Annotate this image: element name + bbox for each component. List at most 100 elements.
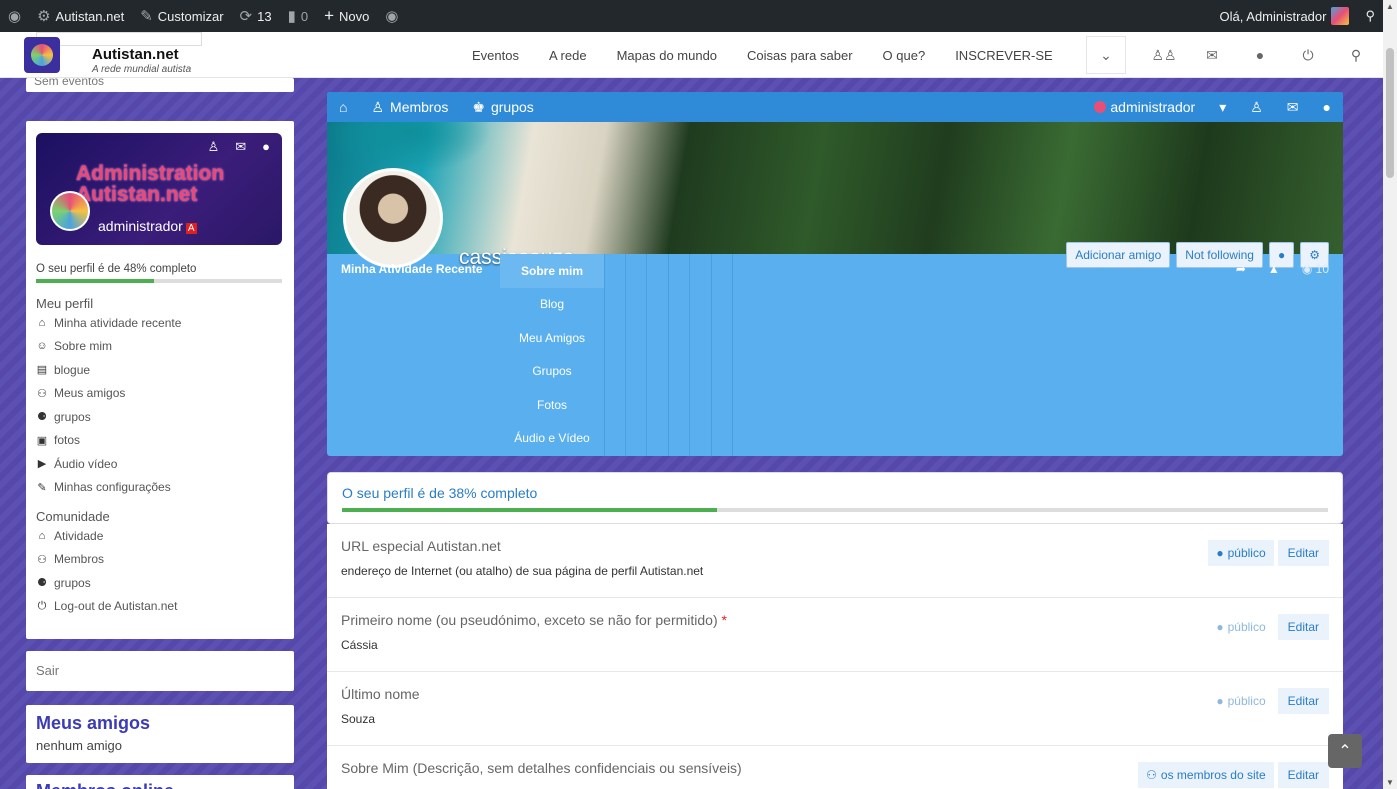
nav-eventos[interactable]: Eventos [472,48,519,63]
groups-icon: ♚ [472,98,485,115]
header-members-button[interactable]: ♙♙ [1140,36,1188,74]
site-tagline: A rede mundial autista [92,64,192,75]
empty-tab[interactable] [690,254,712,456]
updates-menu[interactable]: ⟳ 13 [232,0,280,32]
sidebar-progress-bar [36,279,282,283]
header-globe-button[interactable]: ● [1236,36,1284,74]
sidebar-item-profile-1[interactable]: ☺ Sobre mim [36,335,284,359]
banner-username[interactable]: administrador A [98,218,197,234]
sidebar-item-profile-7[interactable]: ✎ Minhas configurações [36,476,284,500]
tab-blog[interactable]: Blog [500,288,604,322]
nav-a-rede[interactable]: A rede [549,48,587,63]
sidebar-progress-fill [36,279,155,283]
scrollbar-thumb[interactable] [1386,48,1394,178]
groups-link[interactable]: ♚ grupos [460,92,545,122]
logout-widget: Sair [26,651,294,691]
nav-mapas[interactable]: Mapas do mundo [617,48,717,63]
sidebar-item-profile-6[interactable]: ▶ Áudio vídeo [36,452,284,476]
nav-inscrever[interactable]: INSCREVER-SE [955,48,1053,63]
visibility-button[interactable]: ⚇ os membros do site [1138,762,1274,788]
like-icon[interactable]: ▲ [1268,262,1280,276]
bar-messages-button[interactable]: ✉ [1275,92,1311,122]
tab-grupos[interactable]: Grupos [500,355,604,389]
sidebar-item-profile-2[interactable]: ▤ blogue [36,358,284,382]
scroll-up-icon[interactable]: ▲ [1386,2,1394,11]
sidebar-progress-text: O seu perfil é de 48% completo [36,263,197,275]
back-to-top-button[interactable]: ⌃ [1328,734,1362,768]
globe-icon: ● [1255,47,1265,63]
sidebar-item-profile-0[interactable]: ⌂ Minha atividade recente [36,311,284,335]
edit-button[interactable]: Editar [1277,614,1329,640]
new-menu[interactable]: + Novo [316,0,377,32]
field-label-text: Primeiro nome (ou pseudónimo, exceto se … [341,612,718,628]
empty-tab[interactable] [669,254,690,456]
sidebar-item-label: Sobre mim [54,339,113,354]
share-icon[interactable]: ➦ [1236,262,1246,276]
admin-search-button[interactable]: ⚲ [1357,0,1383,32]
sidebar-item-community-1[interactable]: ⚇ Membros [36,548,284,572]
sidebar-item-community-0[interactable]: ⌂ Atividade [36,524,284,548]
sidebar-item-profile-3[interactable]: ⚇ Meus amigos [36,382,284,406]
groups-icon: ⚈ [37,577,47,590]
avatar[interactable] [50,191,90,231]
comments-menu[interactable]: ▮ 0 [280,0,317,32]
my-account-menu[interactable]: Olá, Administrador [1212,0,1358,32]
buddypress-menu[interactable]: ◉ [377,0,406,32]
profile-fields: URL especial Autistan.net endereço de Int… [327,524,1343,789]
bar-members-button[interactable]: ♙ [1238,92,1275,122]
nav-dropdown-button[interactable]: ⌄ [1086,36,1126,74]
header-messages-button[interactable]: ✉ [1188,36,1236,74]
updates-count: 13 [257,8,272,24]
site-title[interactable]: Autistan.net [92,46,179,63]
nav-o-que[interactable]: O que? [883,48,926,63]
events-empty-text: Sem eventos [34,78,105,88]
header-logout-button[interactable]: ⏻ [1284,36,1332,74]
sidebar-item-profile-4[interactable]: ⚈ grupos [36,405,284,429]
sidebar-item-community-2[interactable]: ⚈ grupos [36,571,284,595]
scroll-down-icon[interactable]: ▼ [1386,778,1394,787]
visibility-button[interactable]: ● público [1208,614,1273,640]
users-icon[interactable]: ♙ [208,139,220,155]
scrollbar[interactable]: ▲ ▼ [1383,0,1397,789]
visibility-button[interactable]: ● público [1208,688,1273,714]
empty-tab[interactable] [712,254,733,456]
friends-title[interactable]: Meus amigos [36,713,284,734]
bar-globe-button[interactable]: ● [1311,92,1343,122]
avatar[interactable] [343,168,443,268]
tab-sobre-mim[interactable]: Sobre mim [500,254,604,288]
edit-button[interactable]: Editar [1277,762,1329,788]
tab-amigos[interactable]: Meu Amigos [500,321,604,355]
empty-tab[interactable] [647,254,669,456]
field-value: endereço de Internet (ou atalho) de sua … [341,564,704,578]
site-logo[interactable] [24,37,60,73]
banner-title-line-1: Administration [76,162,225,185]
header-search-button[interactable]: ⚲ [1332,36,1380,74]
online-title[interactable]: Membros online [36,781,284,789]
sidebar-item-profile-5[interactable]: ▣ fotos [36,429,284,453]
envelope-icon[interactable]: ✉ [235,139,246,155]
field-label-text: Último nome [341,686,420,702]
field-actions: ● público Editar [1208,688,1329,714]
edit-button[interactable]: Editar [1277,688,1329,714]
nav-coisas[interactable]: Coisas para saber [747,48,853,63]
comments-count: 0 [300,8,309,24]
profile-progress-fill [342,508,717,512]
user-menu[interactable]: administrador [1082,92,1207,122]
wordpress-menu[interactable]: ◉ [0,0,29,32]
tab-activity[interactable]: Minha Atividade Recente [341,262,483,276]
sair-link[interactable]: Sair [36,663,59,678]
customize-menu[interactable]: ✎ Customizar [132,0,231,32]
visibility-button[interactable]: ● público [1208,540,1274,566]
empty-tab[interactable] [626,254,647,456]
site-name-menu[interactable]: ⚙ Autistan.net [29,0,132,32]
tab-fotos[interactable]: Fotos [500,388,604,422]
home-button[interactable]: ⌂ [327,92,359,122]
user-menu-dropdown[interactable]: ▾ [1207,92,1238,122]
edit-button[interactable]: Editar [1277,540,1329,566]
globe-icon[interactable]: ● [262,139,270,155]
users-icon: ⚇ [37,553,47,566]
sidebar-item-community-3[interactable]: ⏻ Log-out de Autistan.net [36,595,284,619]
empty-tab[interactable] [604,254,626,456]
tab-audio-video[interactable]: Áudio e Vídeo [500,422,604,456]
members-link[interactable]: ♙ Membros [359,92,460,122]
